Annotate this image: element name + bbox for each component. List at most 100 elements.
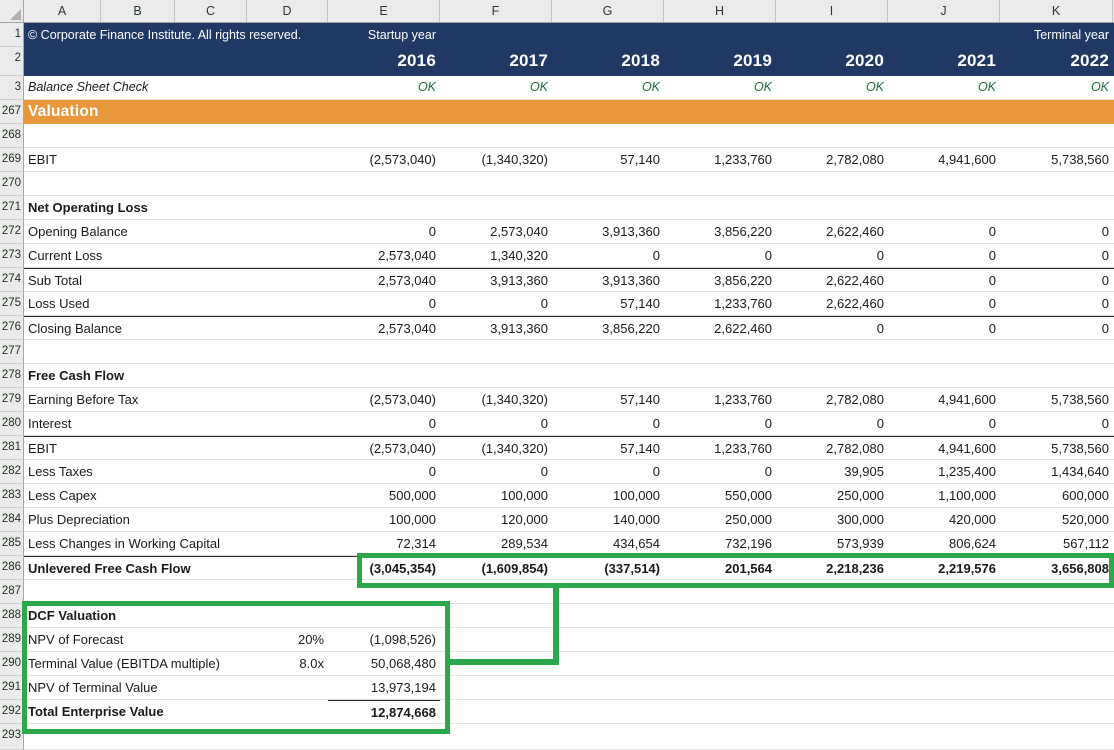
less-taxes-2020: 39,905: [844, 464, 884, 479]
unlevered-fcf-2020: 2,218,236: [826, 561, 884, 576]
balance-check-2020: OK: [865, 80, 884, 94]
row-npv-of-forecast: NPV of Forecast 20% (1,098,526): [24, 628, 1114, 652]
row-header-275[interactable]: 275: [0, 292, 24, 316]
row-header-276[interactable]: 276: [0, 316, 24, 340]
interest-2017: 0: [540, 416, 548, 431]
row-header-283[interactable]: 283: [0, 484, 24, 508]
row-header-272[interactable]: 272: [0, 220, 24, 244]
ebit-top-2022: 5,738,560: [1051, 152, 1109, 167]
select-all-corner[interactable]: [0, 0, 24, 22]
row-total-enterprise-value: Total Enterprise Value 12,874,668: [24, 700, 1114, 724]
ebit-fcf-2021: 4,941,600: [938, 441, 996, 456]
terminal-value-spacer: [440, 652, 1114, 675]
total-enterprise-value-label: Total Enterprise Value: [28, 704, 164, 719]
row-ebit-fcf: EBIT (2,573,040) (1,340,320) 57,140 1,23…: [24, 436, 1114, 460]
balance-check-2018: OK: [641, 80, 660, 94]
row-header-1[interactable]: 1: [0, 23, 24, 47]
sub-total-2021: 0: [988, 273, 996, 288]
less-changes-wc-2020: 573,939: [837, 536, 884, 551]
copyright-text: © Corporate Finance Institute. All right…: [28, 28, 302, 42]
npv-terminal-spacer: [440, 676, 1114, 699]
select-all-triangle-icon: [10, 9, 21, 20]
current-loss-label: Current Loss: [28, 248, 103, 263]
column-header-f[interactable]: F: [440, 0, 552, 22]
column-header-strip: A B C D E F G H I J K: [0, 0, 1114, 23]
unlevered-fcf-2017: (1,609,854): [481, 561, 549, 576]
plus-depreciation-label: Plus Depreciation: [28, 512, 130, 527]
row-less-taxes: Less Taxes 0 0 0 0 39,905 1,235,400 1,43…: [24, 460, 1114, 484]
less-changes-wc-2018: 434,654: [613, 536, 660, 551]
row-ebit-top: EBIT (2,573,040) (1,340,320) 57,140 1,23…: [24, 148, 1114, 172]
row-header-280[interactable]: 280: [0, 412, 24, 436]
row-blank-277: [24, 340, 1114, 364]
column-header-g[interactable]: G: [552, 0, 664, 22]
row-header-273[interactable]: 273: [0, 244, 24, 268]
less-changes-wc-2021: 806,624: [949, 536, 996, 551]
column-header-i[interactable]: I: [776, 0, 888, 22]
row-header-274[interactable]: 274: [0, 268, 24, 292]
row-header-3[interactable]: 3: [0, 76, 24, 100]
earning-before-tax-2019: 1,233,760: [714, 392, 772, 407]
row-header-278[interactable]: 278: [0, 364, 24, 388]
blank-cell-277: [24, 340, 1114, 363]
row-sub-total: Sub Total 2,573,040 3,913,360 3,913,360 …: [24, 268, 1114, 292]
row-header-286[interactable]: 286: [0, 556, 24, 580]
less-changes-wc-2016: 72,314: [396, 536, 436, 551]
row-header-293[interactable]: 293: [0, 724, 24, 750]
loss-used-2021: 0: [988, 296, 996, 311]
row-header-270[interactable]: 270: [0, 172, 24, 196]
row1-spacer-j: [888, 23, 1000, 47]
row-header-267[interactable]: 267: [0, 100, 24, 124]
row-free-cash-flow-title: Free Cash Flow: [24, 364, 1114, 388]
column-header-d[interactable]: D: [247, 0, 328, 22]
column-header-h[interactable]: H: [664, 0, 776, 22]
column-header-a[interactable]: A: [24, 0, 101, 22]
row-header-285[interactable]: 285: [0, 532, 24, 556]
fcf-title-spacer-e: [328, 364, 440, 387]
row-terminal-value: Terminal Value (EBITDA multiple) 8.0x 50…: [24, 652, 1114, 676]
plus-depreciation-2019: 250,000: [725, 512, 772, 527]
opening-balance-2020: 2,622,460: [826, 224, 884, 239]
row-header-292[interactable]: 292: [0, 700, 24, 724]
row-header-277[interactable]: 277: [0, 340, 24, 364]
row-header-287[interactable]: 287: [0, 580, 24, 604]
row-header-290[interactable]: 290: [0, 652, 24, 676]
spreadsheet-viewport: A B C D E F G H I J K 1 2 3 267 268 269 …: [0, 0, 1114, 750]
loss-used-2018: 57,140: [620, 296, 660, 311]
row-blank-270: [24, 172, 1114, 196]
row-header-288[interactable]: 288: [0, 604, 24, 628]
column-header-b[interactable]: B: [101, 0, 175, 22]
plus-depreciation-2016: 100,000: [389, 512, 436, 527]
interest-2016: 0: [428, 416, 436, 431]
row-header-289[interactable]: 289: [0, 628, 24, 652]
row-header-284[interactable]: 284: [0, 508, 24, 532]
row-header-269[interactable]: 269: [0, 148, 24, 172]
row-header-279[interactable]: 279: [0, 388, 24, 412]
row-header-281[interactable]: 281: [0, 436, 24, 460]
earning-before-tax-label: Earning Before Tax: [28, 392, 139, 407]
less-taxes-2017: 0: [540, 464, 548, 479]
dcf-title-spacer: [224, 604, 1114, 627]
current-loss-2020: 0: [876, 248, 884, 263]
column-header-j[interactable]: J: [888, 0, 1000, 22]
column-header-k[interactable]: K: [1000, 0, 1113, 22]
fcf-title-spacer-g: [552, 364, 664, 387]
row-header-271[interactable]: 271: [0, 196, 24, 220]
row-header-291[interactable]: 291: [0, 676, 24, 700]
row-header-268[interactable]: 268: [0, 124, 24, 148]
row-opening-balance: Opening Balance 0 2,573,040 3,913,360 3,…: [24, 220, 1114, 244]
unlevered-fcf-label: Unlevered Free Cash Flow: [28, 561, 191, 576]
row-blank-287: [24, 580, 1114, 604]
ebit-fcf-2020: 2,782,080: [826, 441, 884, 456]
years-spacer-abcd: [24, 47, 328, 76]
current-loss-2021: 0: [988, 248, 996, 263]
row-header-2[interactable]: 2: [0, 47, 24, 76]
blank-cell-268: [24, 124, 1114, 147]
column-header-c[interactable]: C: [175, 0, 247, 22]
opening-balance-2017: 2,573,040: [490, 224, 548, 239]
year-header-2021: 2021: [957, 51, 996, 70]
row-header-282[interactable]: 282: [0, 460, 24, 484]
terminal-year-label: Terminal year: [1033, 28, 1109, 42]
earning-before-tax-2018: 57,140: [620, 392, 660, 407]
column-header-e[interactable]: E: [328, 0, 440, 22]
